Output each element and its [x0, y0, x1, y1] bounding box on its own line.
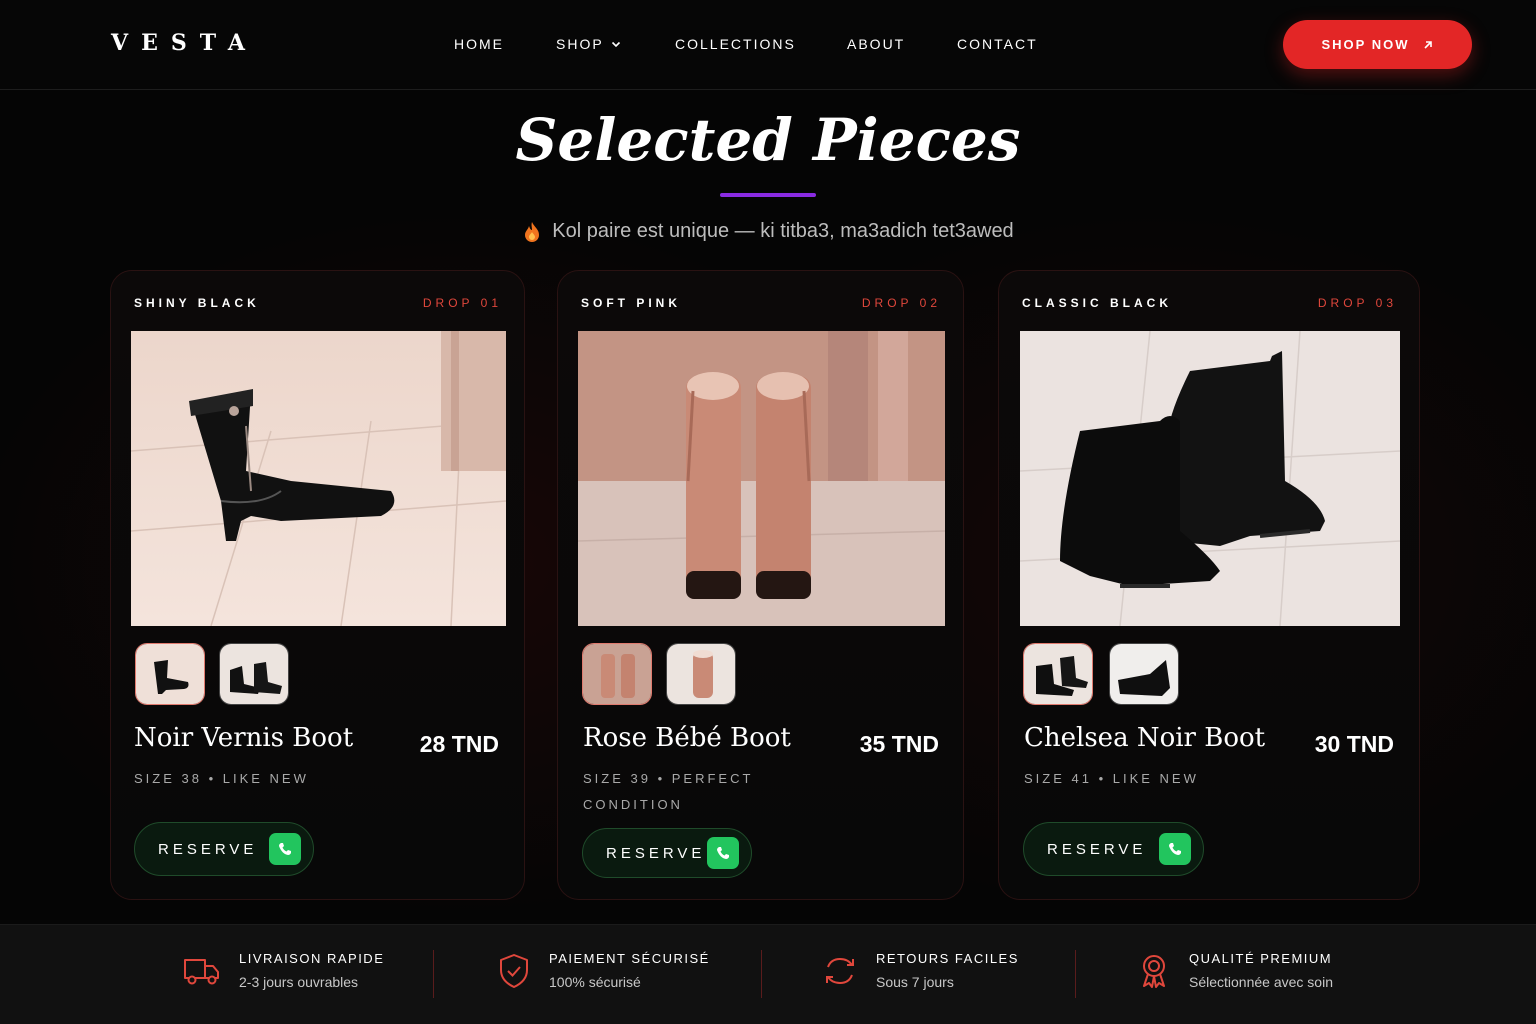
divider	[761, 950, 762, 998]
product-card: CLASSIC BLACK DROP 03 Chelsea Noir Boot …	[998, 270, 1420, 900]
feature-title: QUALITÉ PREMIUM	[1189, 951, 1333, 966]
arrow-up-right-icon	[1423, 40, 1432, 49]
product-name: Noir Vernis Boot	[134, 723, 354, 753]
product-image[interactable]	[1020, 331, 1400, 626]
shield-check-icon	[500, 953, 528, 988]
thumbnail-image[interactable]	[219, 643, 289, 705]
brand-logo[interactable]: VESTA	[111, 30, 258, 56]
thumbnail-image[interactable]	[582, 643, 652, 705]
nav-link-label: ABOUT	[847, 36, 906, 52]
nav-link-shop[interactable]: SHOP	[556, 36, 622, 52]
phone-icon	[269, 833, 301, 865]
drop-badge: DROP 01	[422, 296, 502, 310]
nav-link-label: SHOP	[556, 36, 604, 52]
subtitle-text: Kol paire est unique — ki titba3, ma3adi…	[552, 220, 1014, 242]
feature-title: LIVRAISON RAPIDE	[239, 951, 385, 966]
reserve-label: RESERVE	[1047, 840, 1147, 858]
feature-item: PAIEMENT SÉCURISÉ 100% sécurisé	[497, 951, 710, 990]
product-meta: SIZE 41 • LIKE NEW	[1024, 771, 1199, 786]
drop-badge: DROP 02	[861, 296, 941, 310]
product-image[interactable]	[131, 331, 506, 626]
feature-item: RETOURS FACILES Sous 7 jours	[822, 951, 1019, 990]
nav-link-home[interactable]: HOME	[454, 36, 504, 52]
truck-icon	[184, 958, 219, 984]
thumbnail-image[interactable]	[1023, 643, 1093, 705]
product-label: SHINY BLACK	[134, 296, 260, 310]
feature-subtitle: Sélectionnée avec soin	[1189, 974, 1333, 990]
feature-title: RETOURS FACILES	[876, 951, 1019, 966]
thumbnail-image[interactable]	[1109, 643, 1179, 705]
nav-link-collections[interactable]: COLLECTIONS	[675, 36, 796, 52]
thumbnail-image[interactable]	[135, 643, 205, 705]
feature-subtitle: Sous 7 jours	[876, 974, 954, 990]
thumbnail-image[interactable]	[666, 643, 736, 705]
shop-now-label: SHOP NOW	[1321, 37, 1410, 52]
fire-icon	[525, 221, 540, 242]
product-price: 28 TND	[419, 731, 499, 757]
phone-icon	[707, 837, 739, 869]
product-name: Rose Bébé Boot	[583, 723, 791, 753]
reserve-button[interactable]: RESERVE	[134, 822, 314, 876]
product-label: CLASSIC BLACK	[1022, 296, 1172, 310]
phone-icon	[1159, 833, 1191, 865]
section-subtitle: Kol paire est unique — ki titba3, ma3adi…	[0, 220, 1536, 243]
divider	[1075, 950, 1076, 998]
nav-link-contact[interactable]: CONTACT	[957, 36, 1038, 52]
product-price: 35 TND	[859, 731, 939, 757]
feature-subtitle: 100% sécurisé	[549, 974, 641, 990]
award-icon	[1143, 954, 1165, 988]
features-bar: LIVRAISON RAPIDE 2-3 jours ouvrables PAI…	[0, 924, 1536, 1024]
feature-item: QUALITÉ PREMIUM Sélectionnée avec soin	[1137, 951, 1333, 990]
refresh-icon	[826, 957, 854, 984]
nav-link-label: CONTACT	[957, 36, 1038, 52]
product-card: SOFT PINK DROP 02 Rose Bébé Boot 35 TND …	[557, 270, 964, 900]
product-meta: SIZE 39 • PERFECT CONDITION	[583, 771, 754, 812]
reserve-label: RESERVE	[158, 840, 258, 858]
feature-item: LIVRAISON RAPIDE 2-3 jours ouvrables	[183, 951, 384, 990]
reserve-button[interactable]: RESERVE	[582, 828, 752, 878]
feature-title: PAIEMENT SÉCURISÉ	[549, 951, 710, 966]
section-title: Selected Pieces	[515, 106, 1021, 174]
chevron-down-icon	[611, 41, 620, 48]
product-meta: SIZE 38 • LIKE NEW	[134, 771, 309, 786]
divider	[433, 950, 434, 998]
reserve-label: RESERVE	[606, 844, 706, 862]
nav-link-about[interactable]: ABOUT	[847, 36, 905, 52]
product-image[interactable]	[578, 331, 945, 626]
top-navbar: VESTA HOME SHOP COLLECTIONS ABOUT CONTAC…	[0, 0, 1536, 90]
product-label: SOFT PINK	[581, 296, 682, 310]
product-card: SHINY BLACK DROP 01 Noir Vernis Boot 28 …	[110, 270, 525, 900]
reserve-button[interactable]: RESERVE	[1023, 822, 1204, 876]
nav-link-label: COLLECTIONS	[675, 36, 796, 52]
product-price: 30 TND	[1314, 731, 1394, 757]
shop-now-button[interactable]: SHOP NOW	[1283, 20, 1472, 69]
nav-link-label: HOME	[454, 36, 504, 52]
product-name: Chelsea Noir Boot	[1024, 723, 1266, 753]
drop-badge: DROP 03	[1317, 296, 1397, 310]
title-underline	[720, 193, 816, 197]
feature-subtitle: 2-3 jours ouvrables	[239, 974, 359, 990]
